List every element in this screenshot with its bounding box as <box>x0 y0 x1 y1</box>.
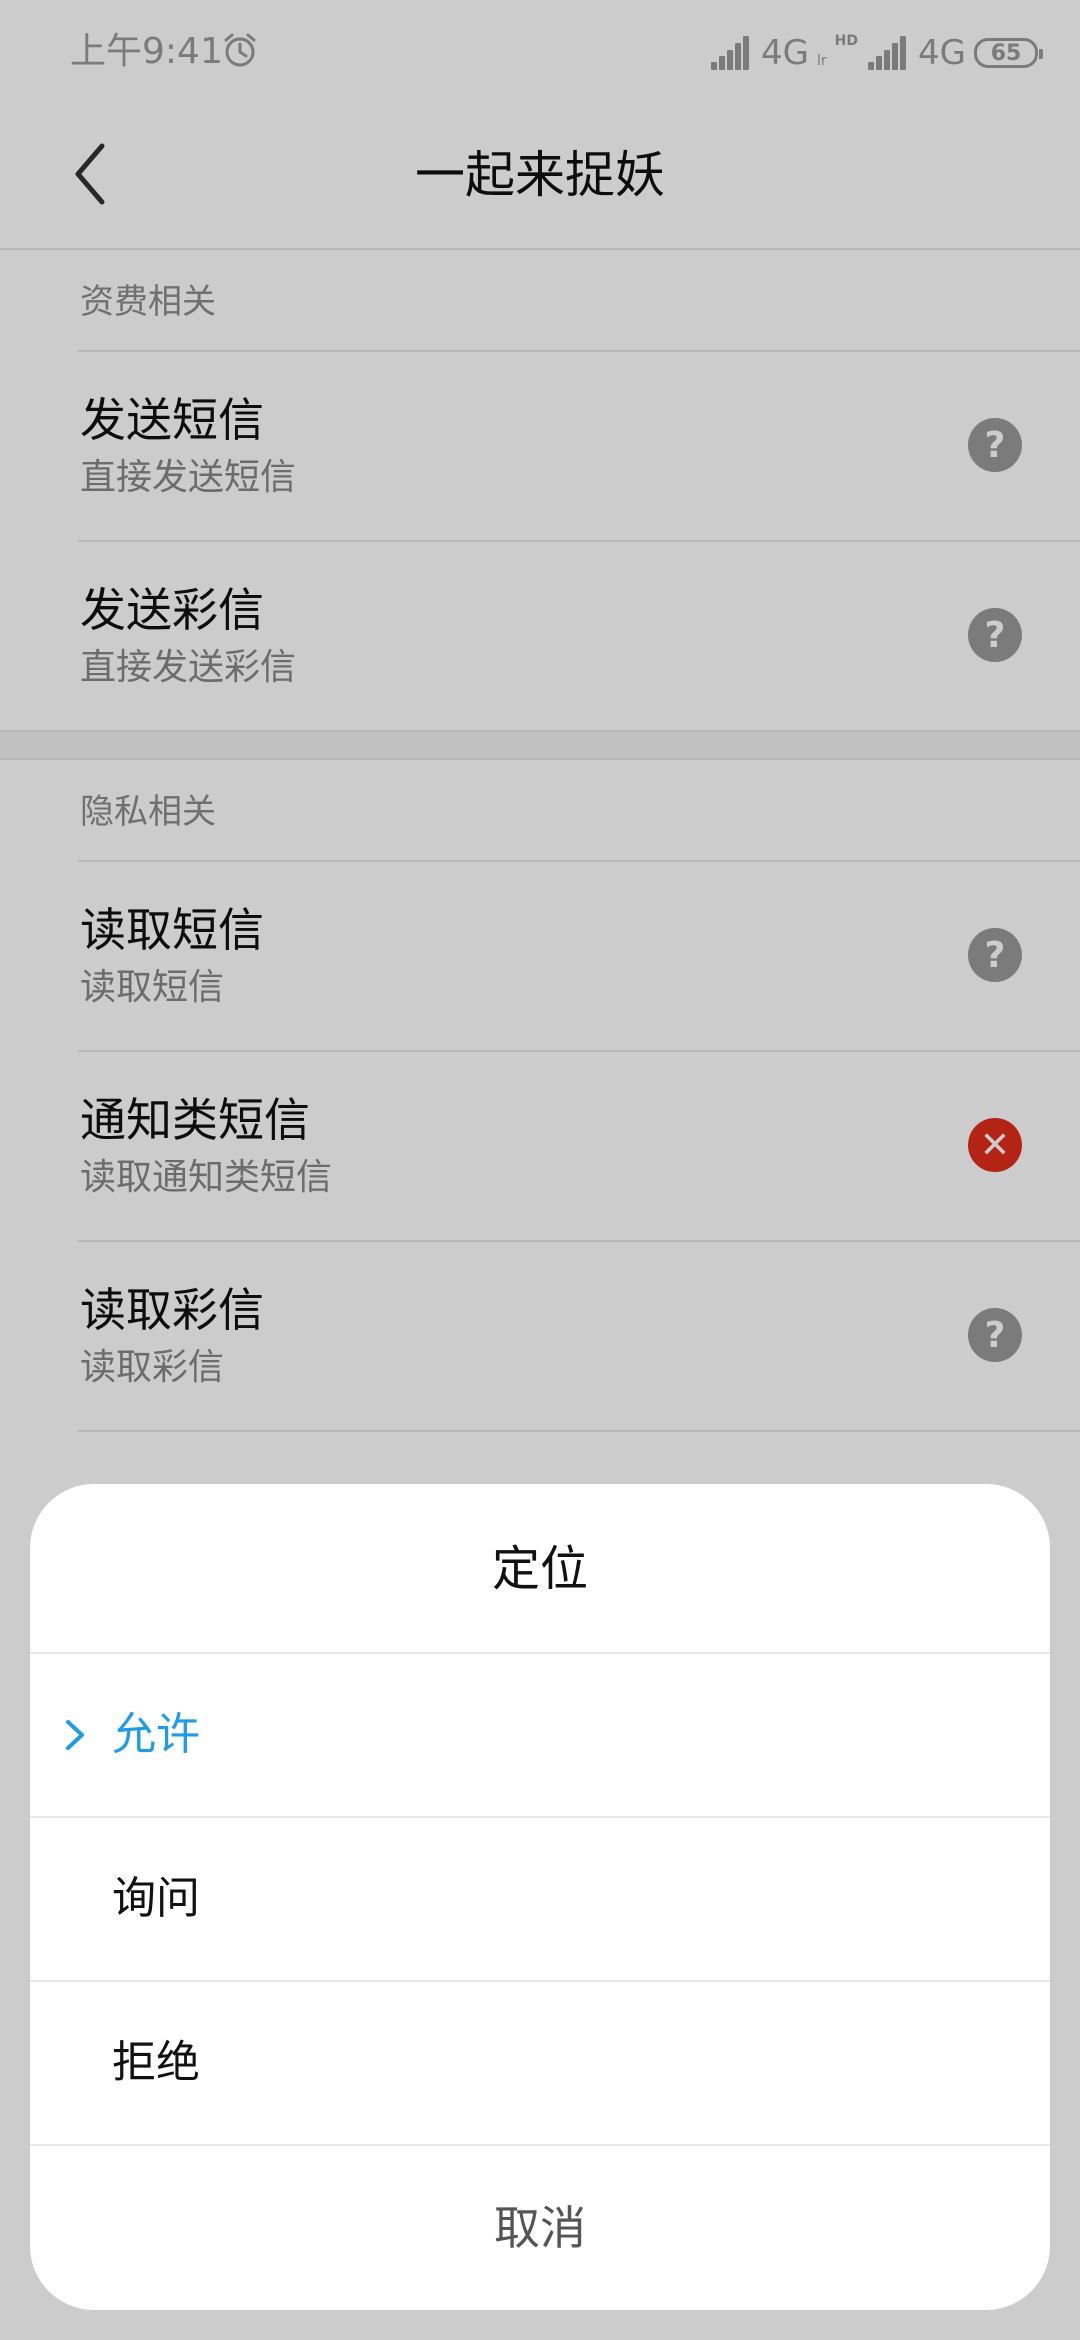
permission-choice-dialog: 定位 允许 询问 拒绝 取消 <box>30 1484 1050 2310</box>
option-label: 拒绝 <box>112 2037 200 2088</box>
option-label: 允许 <box>112 1709 200 1760</box>
option-allow[interactable]: 允许 <box>30 1654 1050 1818</box>
dialog-title: 定位 <box>30 1484 1050 1654</box>
chevron-right-icon <box>66 1720 84 1750</box>
option-deny[interactable]: 拒绝 <box>30 1982 1050 2146</box>
option-label: 询问 <box>112 1873 200 1924</box>
permission-screen: 上午9:41 4G lr HD 4G 65 一起来捉妖 资费相关 发送短信 直接… <box>0 0 1080 2340</box>
cancel-button[interactable]: 取消 <box>30 2146 1050 2310</box>
option-ask[interactable]: 询问 <box>30 1818 1050 1982</box>
